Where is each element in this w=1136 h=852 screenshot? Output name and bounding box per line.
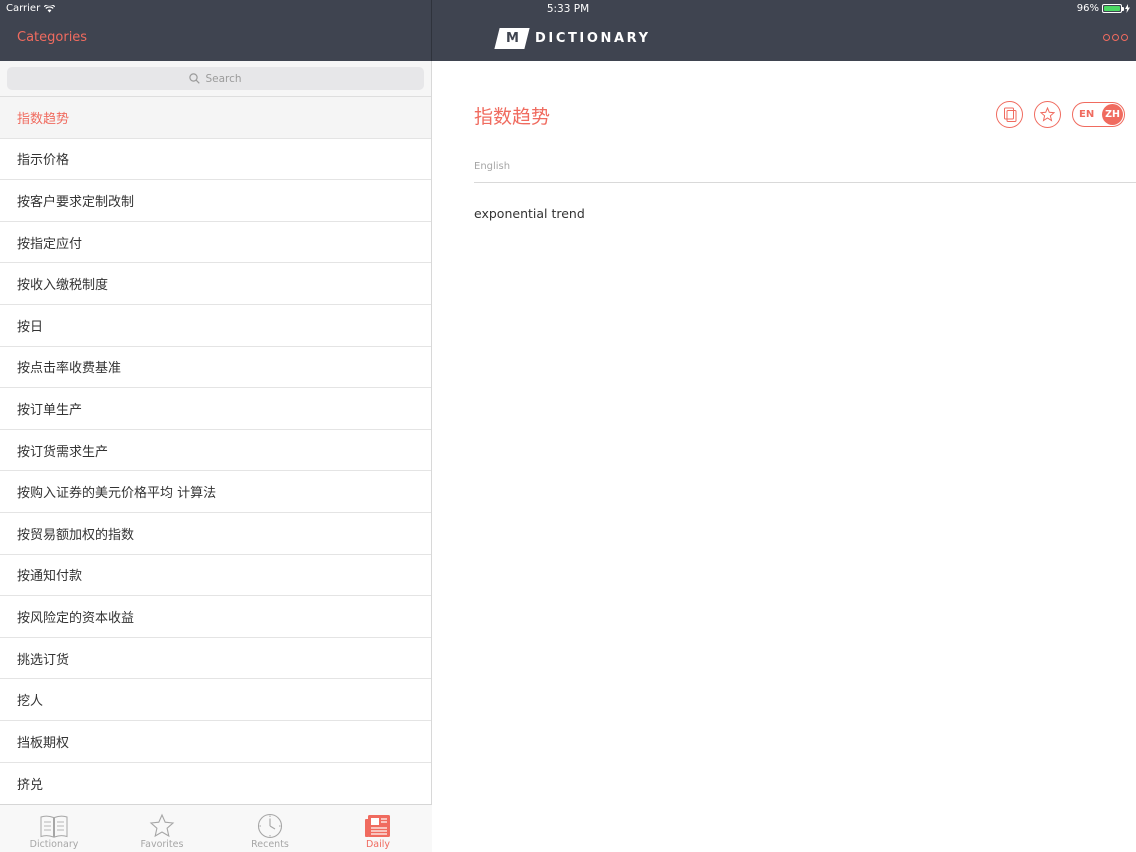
battery-percent: 96% — [1076, 3, 1099, 14]
list-item[interactable]: 挖人 — [0, 679, 431, 721]
newspaper-icon — [365, 815, 390, 837]
tab-label: Daily — [365, 839, 391, 850]
list-item[interactable]: 按收入缴税制度 — [0, 263, 431, 305]
tab-daily[interactable]: Daily — [324, 805, 432, 852]
split-divider — [431, 0, 432, 61]
list-item[interactable]: 挤兑 — [0, 763, 431, 805]
clock: 5:33 PM — [546, 3, 590, 15]
list-item[interactable]: 按订货需求生产 — [0, 430, 431, 472]
tab-label: Favorites — [140, 839, 184, 850]
list-item[interactable]: 按通知付款 — [0, 555, 431, 597]
categories-button[interactable]: Categories — [17, 30, 87, 45]
star-icon — [1040, 107, 1055, 122]
logo-wordmark: DICTIONARY — [535, 31, 651, 46]
list-item[interactable]: 按购入证券的美元价格平均 计算法 — [0, 471, 431, 513]
tab-label: Recents — [251, 839, 289, 850]
tab-dictionary[interactable]: Dictionary — [0, 805, 108, 852]
tab-label: Dictionary — [29, 839, 79, 850]
language-toggle[interactable]: EN ZH — [1072, 102, 1125, 127]
list-item[interactable]: 按订单生产 — [0, 388, 431, 430]
list-item[interactable]: 按点击率收费基准 — [0, 347, 431, 389]
search-input[interactable]: Search — [7, 67, 424, 90]
search-bar: Search — [0, 61, 431, 97]
list-item[interactable]: 指数趋势 — [0, 97, 431, 139]
copy-icon — [1003, 107, 1016, 122]
list-item[interactable]: 按日 — [0, 305, 431, 347]
sidebar: Search 指数趋势 指示价格 按客户要求定制改制 按指定应付 按收入缴税制度… — [0, 61, 432, 852]
tab-favorites[interactable]: Favorites — [108, 805, 216, 852]
list-item[interactable]: 挡板期权 — [0, 721, 431, 763]
lang-zh-option[interactable]: ZH — [1102, 104, 1123, 125]
logo-mark: M — [494, 28, 530, 49]
app-logo: M DICTIONARY — [494, 28, 651, 49]
battery-indicator: 96% — [1077, 3, 1130, 14]
detail-actions: EN ZH — [996, 101, 1125, 128]
term-list: 指数趋势 指示价格 按客户要求定制改制 按指定应付 按收入缴税制度 按日 按点击… — [0, 97, 431, 804]
book-icon — [40, 815, 68, 838]
list-item[interactable]: 指示价格 — [0, 139, 431, 181]
search-icon — [189, 73, 201, 84]
list-item[interactable]: 按贸易额加权的指数 — [0, 513, 431, 555]
list-item[interactable]: 按风险定的资本收益 — [0, 596, 431, 638]
search-placeholder: Search — [205, 72, 242, 85]
clock-icon — [257, 813, 283, 839]
list-item[interactable]: 按客户要求定制改制 — [0, 180, 431, 222]
star-icon — [149, 813, 175, 838]
battery-icon — [1102, 4, 1124, 13]
more-options-icon[interactable] — [1103, 34, 1128, 41]
section-divider — [474, 182, 1136, 183]
tab-bar: Dictionary Favorites Recents Daily — [0, 804, 432, 852]
favorite-button[interactable] — [1034, 101, 1061, 128]
list-item[interactable]: 按指定应付 — [0, 222, 431, 264]
copy-button[interactable] — [996, 101, 1023, 128]
translation-text: exponential trend — [474, 206, 585, 221]
term-title: 指数趋势 — [474, 106, 551, 128]
detail-pane: 指数趋势 EN ZH English exponential trend — [432, 61, 1136, 852]
navigation-bar: Carrier 5:33 PM 96% Categories M DICTION… — [0, 0, 1136, 61]
section-label: English — [474, 161, 511, 172]
tab-recents[interactable]: Recents — [216, 805, 324, 852]
lang-en-option[interactable]: EN — [1079, 109, 1094, 120]
list-item[interactable]: 挑选订货 — [0, 638, 431, 680]
status-bar: Carrier 5:33 PM 96% — [0, 0, 1136, 18]
charging-icon — [1125, 4, 1130, 13]
